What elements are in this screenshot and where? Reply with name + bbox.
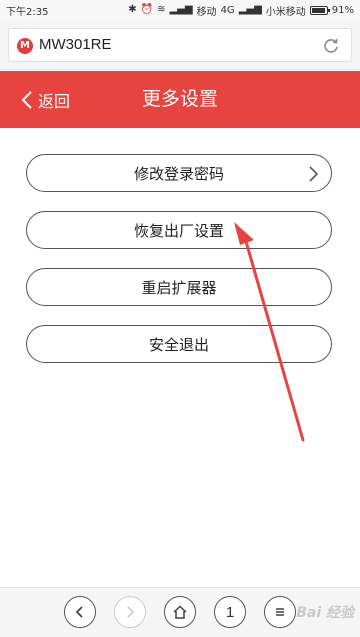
status-bar: 下午2:35 ✱ ⏰ ≋ ▂▄▆ 移动 4G ▂▄▆ 小米移动 91% [0,0,360,20]
tab-count: 1 [225,603,235,621]
site-logo-icon: M [17,38,33,54]
nav-back-button[interactable] [64,596,96,628]
status-time: 下午2:35 [6,6,49,18]
battery-percent: 91% [331,4,354,16]
logout-button[interactable]: 安全退出 [26,325,332,363]
watermark: Bai 经验 [296,605,354,621]
signal-icon-2: ▂▄▆ [238,4,262,15]
page-header: 更多设置 返回 [0,71,360,128]
nav-forward-button[interactable] [114,596,146,628]
restart-extender-button[interactable]: 重启扩展器 [26,268,332,306]
url-text[interactable]: MW301RE [39,36,112,53]
chevron-right-icon [309,166,319,182]
network-type: 4G [220,4,235,16]
bluetooth-icon: ✱ [128,4,137,15]
menu-item-label: 重启扩展器 [141,278,217,297]
reload-icon[interactable] [319,34,343,58]
carrier-2: 小米移动 [265,6,306,18]
menu-item-label: 修改登录密码 [133,164,224,183]
menu-item-label: 安全退出 [148,335,209,354]
browser-bottom-bar: 1 Bai 经验 [0,587,360,637]
back-label: 返回 [38,91,71,111]
change-password-button[interactable]: 修改登录密码 [26,154,332,192]
chevron-left-icon [75,606,83,618]
chevron-right-icon [127,606,135,618]
status-indicators: ✱ ⏰ ≋ ▂▄▆ 移动 4G ▂▄▆ 小米移动 91% [128,3,354,18]
battery-icon [309,5,330,15]
menu-icon [276,608,284,616]
home-icon [173,605,187,619]
browser-address-bar: M MW301RE [0,20,360,70]
tabs-button[interactable]: 1 [214,596,246,628]
home-button[interactable] [164,596,196,628]
alarm-icon: ⏰ [140,4,154,15]
url-field[interactable]: M MW301RE [8,28,352,62]
wifi-icon: ≋ [157,4,166,15]
chevron-left-icon [21,90,32,109]
signal-icon-1: ▂▄▆ [169,4,193,15]
menu-button[interactable] [264,596,296,628]
back-button[interactable]: 返回 [20,71,70,128]
menu-item-label: 恢复出厂设置 [133,221,224,240]
factory-reset-button[interactable]: 恢复出厂设置 [26,211,332,249]
carrier-1: 移动 [196,6,217,18]
